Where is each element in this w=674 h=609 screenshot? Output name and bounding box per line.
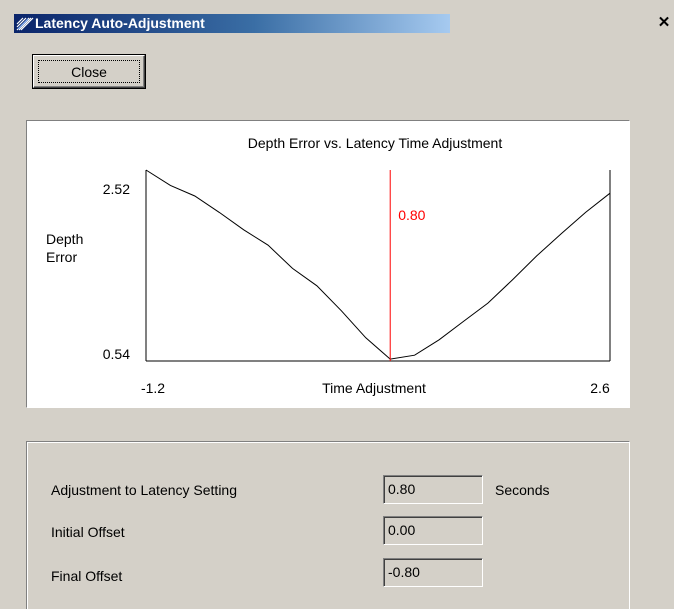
adjustment-units: Seconds	[495, 482, 550, 498]
x-axis-label: Time Adjustment	[322, 380, 426, 396]
final-offset-field[interactable]: -0.80	[383, 558, 483, 587]
adjustment-field[interactable]: 0.80	[383, 475, 483, 504]
window-title: Latency Auto-Adjustment	[35, 15, 205, 31]
latency-marker-label: 0.80	[398, 207, 425, 223]
adjustment-label: Adjustment to Latency Setting	[51, 482, 237, 498]
close-window-icon[interactable]: ✕	[654, 14, 674, 33]
latency-dialog: Latency Auto-Adjustment ✕ Close Depth Er…	[0, 0, 674, 609]
y-axis-label-line1: Depth	[46, 231, 83, 247]
depth-error-chart: Depth Error vs. Latency Time Adjustment …	[46, 135, 611, 396]
close-button-label: Close	[38, 60, 140, 83]
ytick-min-label: 0.54	[103, 346, 130, 362]
initial-offset-field[interactable]: 0.00	[383, 516, 483, 545]
y-axis-label-line2: Error	[46, 249, 77, 265]
chart-title: Depth Error vs. Latency Time Adjustment	[248, 135, 503, 151]
series-line-0	[145, 169, 611, 360]
close-button[interactable]: Close	[33, 55, 145, 88]
final-offset-label: Final Offset	[51, 568, 123, 584]
title-bar: Latency Auto-Adjustment ✕	[0, 0, 674, 35]
xtick-max-label: 2.6	[590, 380, 610, 396]
xtick-min-label: -1.2	[141, 380, 165, 396]
chart-panel: Depth Error vs. Latency Time Adjustment …	[26, 120, 630, 408]
ytick-max-label: 2.52	[103, 181, 130, 197]
app-icon	[16, 17, 34, 31]
initial-offset-label: Initial Offset	[51, 524, 125, 540]
